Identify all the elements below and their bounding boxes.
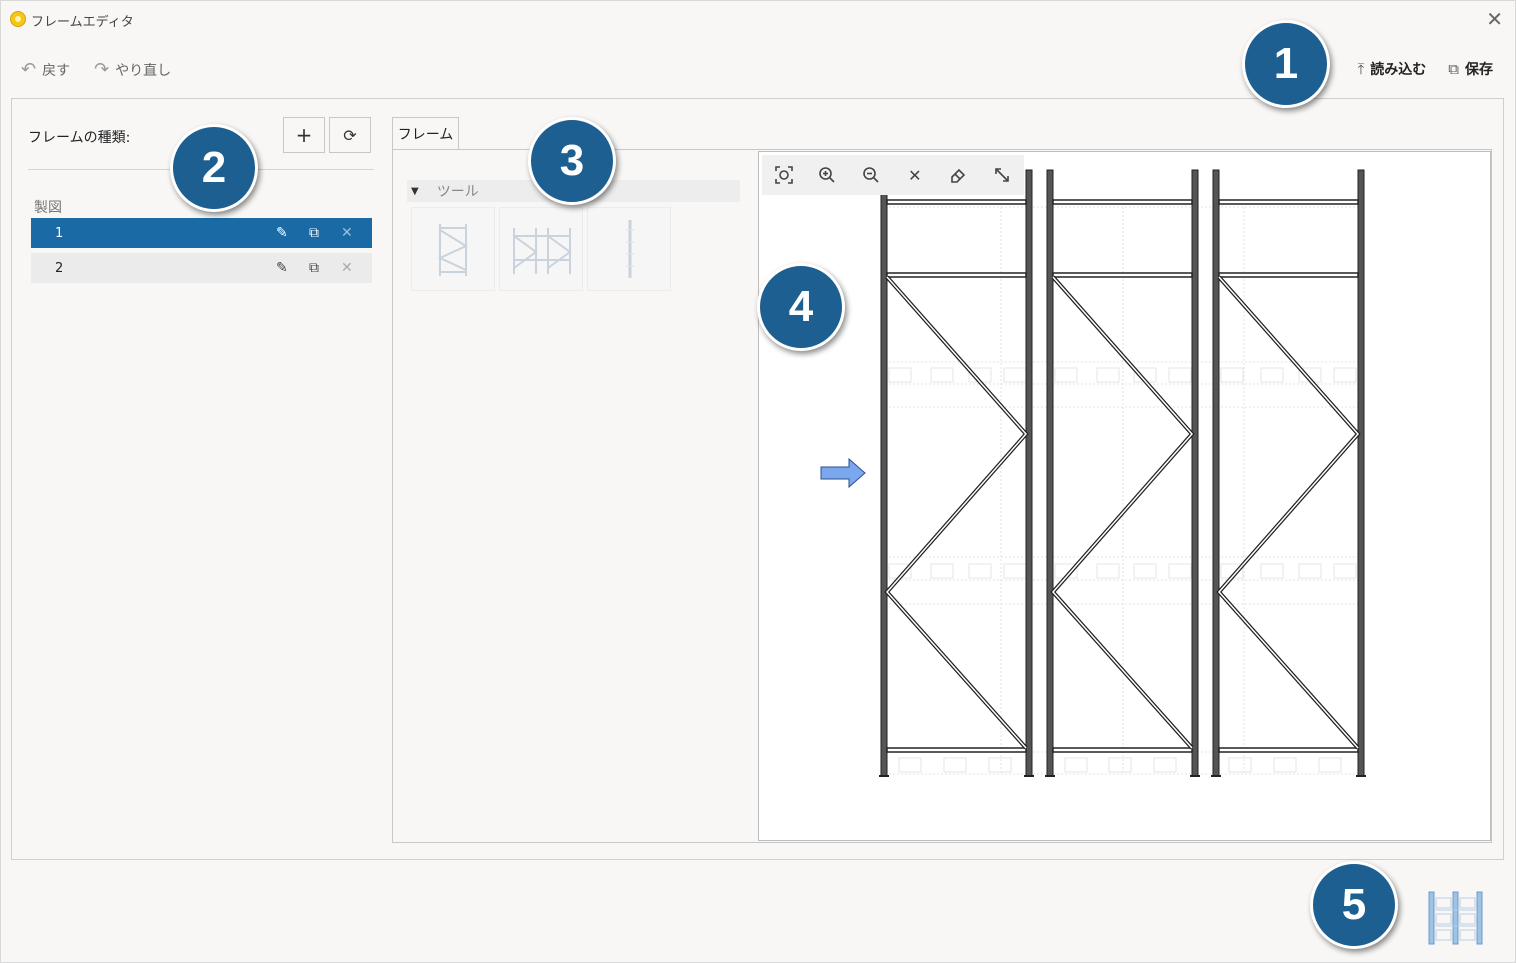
rack-frame-1 xyxy=(879,169,1034,777)
close-icon[interactable]: ✕ xyxy=(341,260,353,276)
duplicate-icon[interactable]: ⧉ xyxy=(309,260,319,276)
single-frame-icon xyxy=(437,224,469,276)
pencil-icon[interactable]: ✎ xyxy=(276,225,288,241)
eraser-icon xyxy=(951,168,966,183)
refresh-button[interactable]: ⟳ xyxy=(329,117,371,153)
rack-preview-thumbnail[interactable] xyxy=(1427,888,1485,946)
collapse-triangle-icon: ▼ xyxy=(411,185,419,197)
callout-4: 4 xyxy=(757,263,845,351)
fit-view-icon xyxy=(775,166,793,184)
list-item-label: 2 xyxy=(55,260,64,276)
file-toolbar: ⤒ 読み込む ⧉ 保存 xyxy=(1358,59,1493,79)
rack-thumbnail-icon xyxy=(1428,891,1483,945)
undo-label: 戻す xyxy=(42,62,71,79)
zoom-out-button[interactable] xyxy=(856,160,886,190)
undo-button[interactable]: ↶ 戻す xyxy=(21,59,70,80)
frame-drawing-canvas[interactable]: ✕ xyxy=(758,151,1491,841)
undo-icon: ↶ xyxy=(21,59,37,80)
callout-3: 3 xyxy=(528,117,616,205)
canvas-toolbar: ✕ xyxy=(762,155,1024,195)
frame-drawing xyxy=(820,169,1366,777)
tools-header-label: ツール xyxy=(436,184,479,200)
plus-icon: + xyxy=(295,123,313,147)
frame-editor-window: フレームエディタ ✕ ↶ 戻す ↷ やり直し ⤒ 読み込む ⧉ 保存 フレームの… xyxy=(0,0,1516,963)
upload-icon: ⤒ xyxy=(1357,60,1365,78)
callout-5: 5 xyxy=(1310,861,1398,949)
duplicate-icon[interactable]: ⧉ xyxy=(309,225,319,241)
load-label: 読み込む xyxy=(1370,62,1427,78)
load-button[interactable]: ⤒ 読み込む xyxy=(1358,59,1427,79)
tab-frame[interactable]: フレーム xyxy=(392,117,459,150)
save-label: 保存 xyxy=(1465,62,1493,78)
close-icon[interactable]: ✕ xyxy=(341,225,353,241)
window-close-button[interactable]: ✕ xyxy=(1486,7,1503,31)
zoom-out-icon xyxy=(863,167,879,183)
tool-single-frame[interactable] xyxy=(411,207,495,291)
copy-icon: ⧉ xyxy=(1448,60,1459,78)
double-frame-icon xyxy=(513,228,572,274)
list-item-label: 1 xyxy=(55,225,64,241)
clear-button[interactable]: ✕ xyxy=(900,160,930,190)
frame-type-header: フレームの種類: xyxy=(28,130,131,146)
save-button[interactable]: ⧉ 保存 xyxy=(1448,59,1493,79)
redo-button[interactable]: ↷ やり直し xyxy=(94,59,171,80)
frame-list-item-2[interactable]: 2 ✎ ⧉ ✕ xyxy=(31,253,372,283)
zoom-in-button[interactable] xyxy=(812,160,842,190)
pointer-arrow-icon xyxy=(820,457,866,489)
redo-icon: ↷ xyxy=(94,59,110,80)
window-title: フレームエディタ xyxy=(31,15,134,30)
app-logo-icon xyxy=(10,11,26,27)
tool-double-frame[interactable] xyxy=(499,207,583,291)
add-frame-type-button[interactable]: + xyxy=(283,117,325,153)
resize-button[interactable] xyxy=(987,160,1017,190)
edit-toolbar: ↶ 戻す ↷ やり直し xyxy=(21,59,171,80)
tool-upright-post[interactable] xyxy=(587,207,671,291)
close-icon: ✕ xyxy=(908,165,922,185)
resize-icon xyxy=(995,168,1009,182)
refresh-icon: ⟳ xyxy=(343,125,357,145)
callout-1: 1 xyxy=(1242,20,1330,108)
fit-view-button[interactable] xyxy=(769,160,799,190)
callout-2: 2 xyxy=(170,124,258,212)
eraser-button[interactable] xyxy=(943,160,973,190)
upright-post-icon xyxy=(626,220,634,278)
pencil-icon[interactable]: ✎ xyxy=(276,260,288,276)
group-label: 製図 xyxy=(34,200,62,216)
rack-frame-3 xyxy=(1211,169,1366,777)
redo-label: やり直し xyxy=(115,62,172,79)
frame-list-item-1[interactable]: 1 ✎ ⧉ ✕ xyxy=(31,218,372,248)
zoom-in-icon xyxy=(819,167,836,183)
